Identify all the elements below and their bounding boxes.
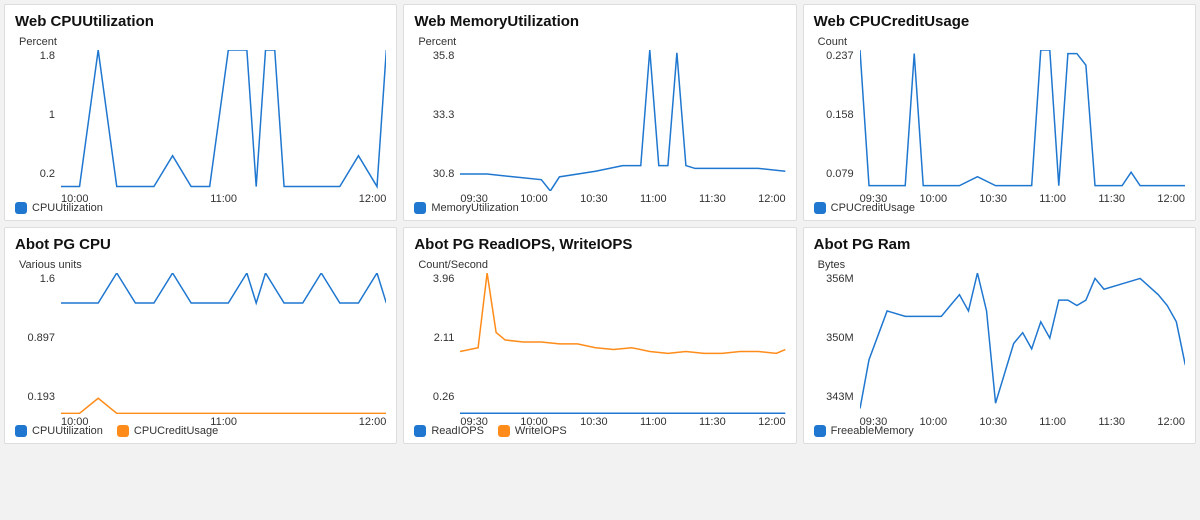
unit-label: Count/Second [418,259,785,271]
x-tick: 12:00 [758,193,786,205]
legend-swatch [814,202,826,214]
y-tick: 0.897 [27,332,55,344]
panel-abot-pg-cpu[interactable]: Abot PG CPU Various units 1.6 0.897 0.19… [4,227,397,444]
x-tick: 10:00 [61,193,89,205]
y-axis: 0.237 0.158 0.079 [814,50,860,180]
chart-area: 1.8 1 0.2 10:00 11:00 12:00 [15,50,386,200]
y-tick: 0.193 [27,391,55,403]
legend-swatch [414,202,426,214]
unit-label: Various units [19,259,386,271]
chart-area: 0.237 0.158 0.079 09:30 10:00 10:30 11:0… [814,50,1185,200]
panel-web-cpu[interactable]: Web CPUUtilization Percent 1.8 1 0.2 10:… [4,4,397,221]
x-tick: 11:00 [210,416,237,428]
x-tick: 11:00 [640,193,667,205]
x-tick: 12:00 [1157,416,1185,428]
unit-label: Bytes [818,259,1185,271]
y-tick: 0.079 [826,168,854,180]
legend-swatch [414,425,426,437]
panel-title: Abot PG CPU [15,236,386,253]
x-tick: 11:00 [1039,193,1066,205]
x-tick: 09:30 [860,193,888,205]
panel-abot-pg-ram[interactable]: Abot PG Ram Bytes 356M 350M 343M 09:30 1… [803,227,1196,444]
plot[interactable] [460,50,785,191]
chart-area: 3.96 2.11 0.26 09:30 10:00 10:30 11:00 1… [414,273,785,423]
chart-area: 1.6 0.897 0.193 10:00 11:00 12:00 [15,273,386,423]
y-tick: 1.8 [40,50,55,62]
x-axis: 09:30 10:00 10:30 11:00 11:30 12:00 [460,191,785,205]
legend-swatch [15,425,27,437]
dashboard-grid: Web CPUUtilization Percent 1.8 1 0.2 10:… [4,4,1196,444]
x-tick: 09:30 [860,416,888,428]
x-axis: 10:00 11:00 12:00 [61,414,386,428]
panel-title: Web CPUUtilization [15,13,386,30]
x-axis: 09:30 10:00 10:30 11:00 11:30 12:00 [860,191,1185,205]
x-tick: 11:00 [1039,416,1066,428]
unit-label: Count [818,36,1185,48]
x-tick: 10:00 [920,193,948,205]
y-tick: 1.6 [40,273,55,285]
x-axis: 09:30 10:00 10:30 11:00 11:30 12:00 [860,414,1185,428]
x-tick: 09:30 [460,193,488,205]
panel-web-cpucredit[interactable]: Web CPUCreditUsage Count 0.237 0.158 0.0… [803,4,1196,221]
panel-web-mem[interactable]: Web MemoryUtilization Percent 35.8 33.3 … [403,4,796,221]
x-tick: 11:00 [210,193,237,205]
y-tick: 0.158 [826,109,854,121]
y-axis: 3.96 2.11 0.26 [414,273,460,403]
y-tick: 1 [49,109,55,121]
y-tick: 350M [826,332,854,344]
y-tick: 2.11 [434,332,455,344]
x-tick: 10:00 [520,416,548,428]
y-tick: 356M [826,273,854,285]
x-tick: 10:30 [580,193,608,205]
x-tick: 10:30 [580,416,608,428]
x-tick: 10:00 [61,416,89,428]
chart-area: 356M 350M 343M 09:30 10:00 10:30 11:00 1… [814,273,1185,423]
unit-label: Percent [418,36,785,48]
x-tick: 11:00 [640,416,667,428]
x-tick: 10:00 [920,416,948,428]
x-axis: 10:00 11:00 12:00 [61,191,386,205]
chart-area: 35.8 33.3 30.8 09:30 10:00 10:30 11:00 1… [414,50,785,200]
x-tick: 12:00 [359,416,387,428]
legend-swatch [15,202,27,214]
legend-swatch [814,425,826,437]
plot[interactable] [460,273,785,414]
x-tick: 11:30 [1098,193,1125,205]
panel-title: Abot PG ReadIOPS, WriteIOPS [414,236,785,253]
panel-abot-pg-iops[interactable]: Abot PG ReadIOPS, WriteIOPS Count/Second… [403,227,796,444]
y-axis: 1.6 0.897 0.193 [15,273,61,403]
x-axis: 09:30 10:00 10:30 11:00 11:30 12:00 [460,414,785,428]
y-tick: 35.8 [433,50,454,62]
panel-title: Web MemoryUtilization [414,13,785,30]
x-tick: 09:30 [460,416,488,428]
y-axis: 356M 350M 343M [814,273,860,403]
y-tick: 0.26 [433,391,454,403]
y-axis: 35.8 33.3 30.8 [414,50,460,180]
x-tick: 11:30 [699,193,726,205]
plot[interactable] [61,50,386,191]
x-tick: 11:30 [1098,416,1125,428]
x-tick: 12:00 [758,416,786,428]
y-tick: 33.3 [433,109,454,121]
plot[interactable] [860,273,1185,414]
unit-label: Percent [19,36,386,48]
plot[interactable] [860,50,1185,191]
x-tick: 10:30 [979,416,1007,428]
y-tick: 0.2 [40,168,55,180]
x-tick: 12:00 [359,193,387,205]
y-tick: 0.237 [826,50,854,62]
x-tick: 10:30 [979,193,1007,205]
panel-title: Web CPUCreditUsage [814,13,1185,30]
x-tick: 11:30 [699,416,726,428]
y-tick: 3.96 [433,273,454,285]
y-axis: 1.8 1 0.2 [15,50,61,180]
panel-title: Abot PG Ram [814,236,1185,253]
y-tick: 30.8 [433,168,454,180]
x-tick: 12:00 [1157,193,1185,205]
y-tick: 343M [826,391,854,403]
x-tick: 10:00 [520,193,548,205]
plot[interactable] [61,273,386,414]
